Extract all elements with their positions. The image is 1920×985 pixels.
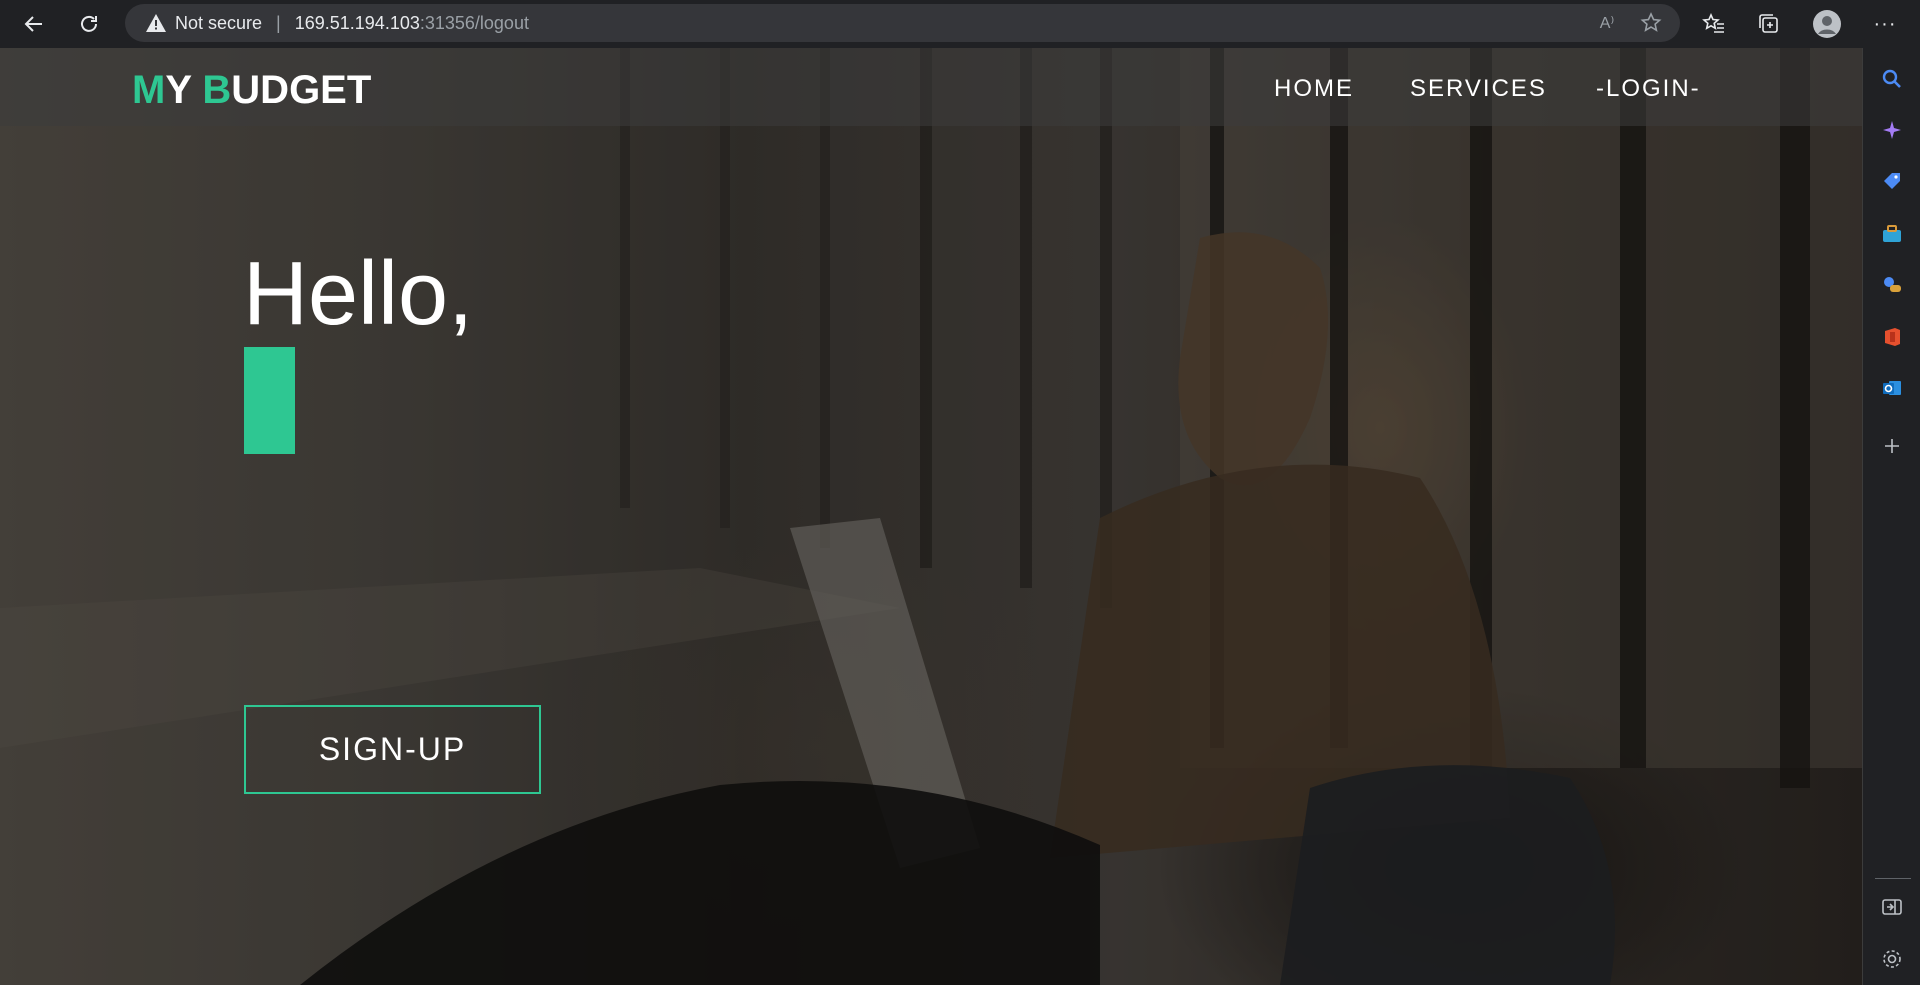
more-icon: ··· <box>1873 12 1897 35</box>
refresh-button[interactable] <box>71 6 107 42</box>
favorites-icon <box>1702 13 1724 33</box>
search-icon <box>1882 69 1901 88</box>
profile-button[interactable] <box>1809 6 1845 42</box>
sidebar-settings[interactable] <box>1877 944 1907 974</box>
read-aloud-button[interactable]: A⁾ <box>1592 8 1622 38</box>
nav-services[interactable]: SERVICES <box>1410 75 1547 103</box>
sidebar-copilot[interactable] <box>1877 115 1907 145</box>
browser-toolbar: Not secure | 169.51.194.103:31356/logout… <box>0 0 1920 48</box>
warning-icon <box>146 14 166 32</box>
back-icon <box>24 16 42 32</box>
split-screen-icon <box>1882 899 1902 915</box>
settings-icon <box>1883 950 1901 968</box>
copilot-icon <box>1883 121 1901 139</box>
sidebar-divider <box>1875 878 1911 879</box>
add-favorite-button[interactable] <box>1636 8 1666 38</box>
url-host: 169.51.194.103 <box>294 12 420 33</box>
sidebar-office[interactable] <box>1877 322 1907 352</box>
security-label[interactable]: Not secure <box>175 13 262 34</box>
sidebar-search[interactable] <box>1877 64 1907 94</box>
collections-icon <box>1759 14 1778 33</box>
signup-button[interactable]: SIGN-UP <box>244 705 541 794</box>
site-logo[interactable]: MY BUDGET <box>132 68 371 113</box>
typing-cursor <box>244 347 295 454</box>
browser-sidebar <box>1862 48 1920 985</box>
logo-rest: UDGET <box>231 68 372 112</box>
read-aloud-icon: A⁾ <box>1599 15 1615 32</box>
address-bar[interactable]: Not secure | 169.51.194.103:31356/logout <box>125 4 1680 42</box>
logo-letter-m: M <box>132 68 166 112</box>
favorites-button[interactable] <box>1696 6 1732 42</box>
nav-login[interactable]: -LOGIN- <box>1596 75 1701 103</box>
web-page: MY BUDGET HOME SERVICES -LOGIN- Hello, S… <box>0 48 1862 985</box>
nav-home[interactable]: HOME <box>1274 75 1354 103</box>
hero-greeting: Hello, <box>243 244 474 344</box>
tools-icon <box>1883 225 1901 242</box>
sidebar-games[interactable] <box>1877 270 1907 300</box>
logo-letter-y: Y <box>165 68 203 112</box>
sidebar-split-screen[interactable] <box>1877 892 1907 922</box>
refresh-icon <box>81 15 97 32</box>
logo-letter-b: B <box>202 68 232 112</box>
add-icon <box>1885 439 1899 453</box>
site-navbar: MY BUDGET HOME SERVICES -LOGIN- <box>0 48 1862 126</box>
url-path: :31356/logout <box>419 12 529 33</box>
outlook-icon <box>1883 381 1901 395</box>
more-button[interactable]: ··· <box>1867 6 1903 42</box>
office-icon <box>1885 328 1900 346</box>
back-button[interactable] <box>16 6 52 42</box>
sidebar-shopping[interactable] <box>1877 166 1907 196</box>
profile-icon <box>1813 10 1841 38</box>
address-separator: | <box>276 12 281 33</box>
shopping-tag-icon <box>1884 173 1900 189</box>
games-icon <box>1884 277 1901 292</box>
sidebar-outlook[interactable] <box>1877 373 1907 403</box>
dark-overlay <box>0 48 1862 985</box>
sidebar-add[interactable] <box>1877 431 1907 461</box>
sidebar-tools[interactable] <box>1877 219 1907 249</box>
collections-button[interactable] <box>1751 6 1787 42</box>
add-favorite-icon <box>1640 12 1662 32</box>
